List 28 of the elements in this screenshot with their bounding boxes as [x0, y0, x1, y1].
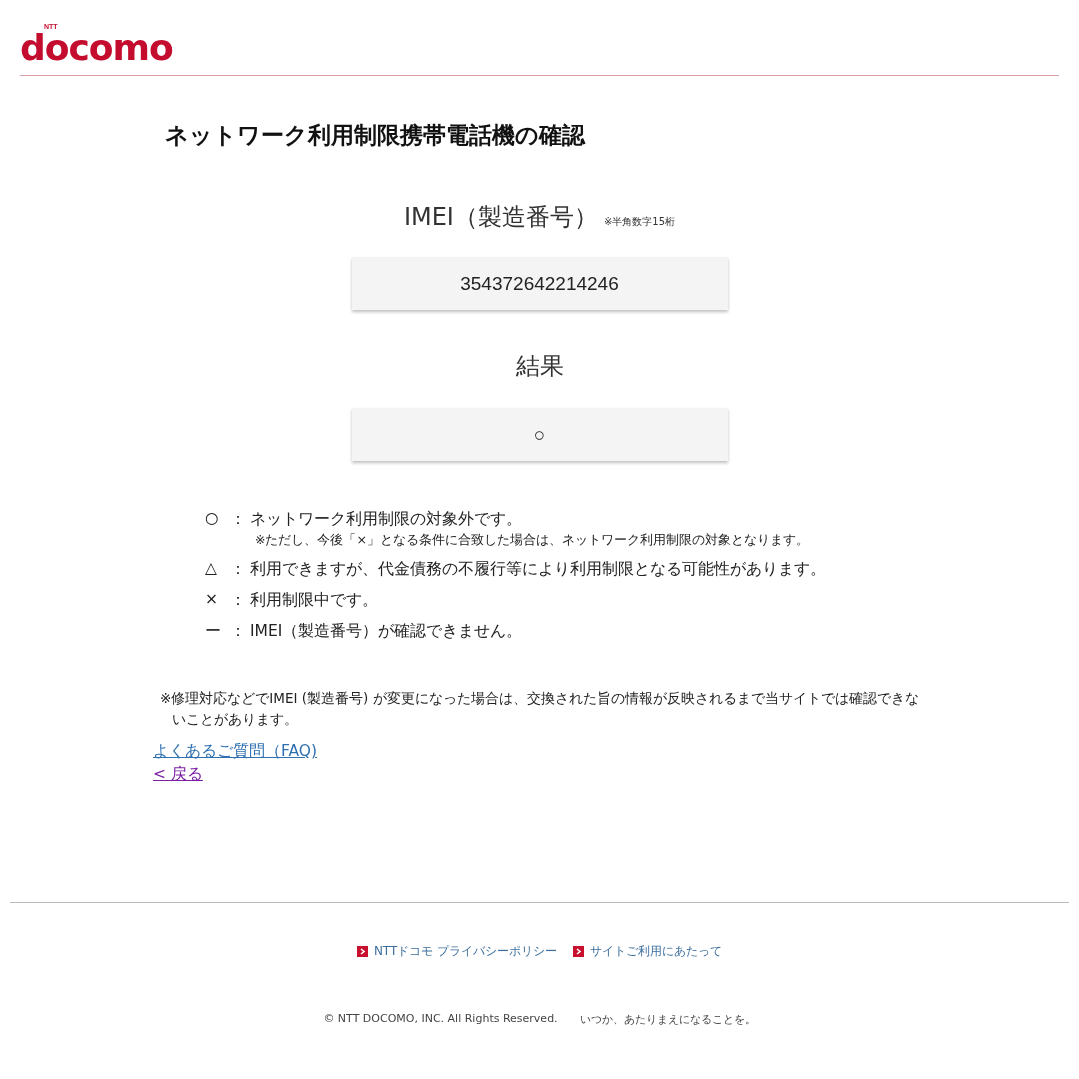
legend-text: ネットワーク利用制限の対象外です。: [250, 509, 522, 530]
legend-colon: ：: [228, 559, 247, 580]
imei-value: 354372642214246: [351, 257, 728, 310]
slogan-text: いつか、あたりまえになることを。: [579, 1012, 756, 1027]
page-title: ネットワーク利用制限携帯電話機の確認: [165, 121, 587, 150]
footer-link[interactable]: NTTドコモ プライバシーポリシー: [373, 943, 558, 960]
legend-text: 利用制限中です。: [250, 590, 378, 611]
legend-colon: ：: [228, 621, 247, 642]
legend-colon: ：: [228, 509, 247, 530]
legend-symbol: ×: [205, 590, 219, 610]
result-label: 結果: [515, 351, 564, 382]
text-link[interactable]: よくあるご質問（FAQ): [153, 740, 318, 763]
chevron-icon: [573, 946, 585, 957]
legend-note: ※ただし、今後「×」となる条件に合致した場合は、ネットワーク利用制限の対象となります。: [255, 532, 810, 549]
copyright-text: © NTT DOCOMO, INC. All Rights Reserved.: [323, 1012, 558, 1027]
legend-colon: ：: [228, 590, 247, 611]
imei-hint: ※半角数字15桁: [603, 215, 676, 229]
imei-label: IMEI（製造番号）: [403, 202, 598, 233]
legend-symbol: ー: [205, 621, 222, 642]
notice-text: ※修理対応などでIMEI (製造番号) が変更になった場合は、交換された旨の情報が反映されるまで当サイトでは確認できないことがあります。: [160, 689, 920, 729]
legend-symbol: △: [205, 559, 218, 579]
result-value: ○: [351, 408, 728, 461]
legend-symbol: ○: [205, 509, 220, 529]
text-link[interactable]: < 戻る: [153, 763, 203, 786]
footer-link[interactable]: サイトご利用にあたって: [590, 943, 723, 960]
chevron-icon: [356, 946, 368, 957]
legend-text: IMEI（製造番号）が確認できません。: [250, 621, 523, 642]
legend-text: 利用できますが、代金債務の不履行等により利用制限となる可能性があります。: [250, 559, 826, 580]
